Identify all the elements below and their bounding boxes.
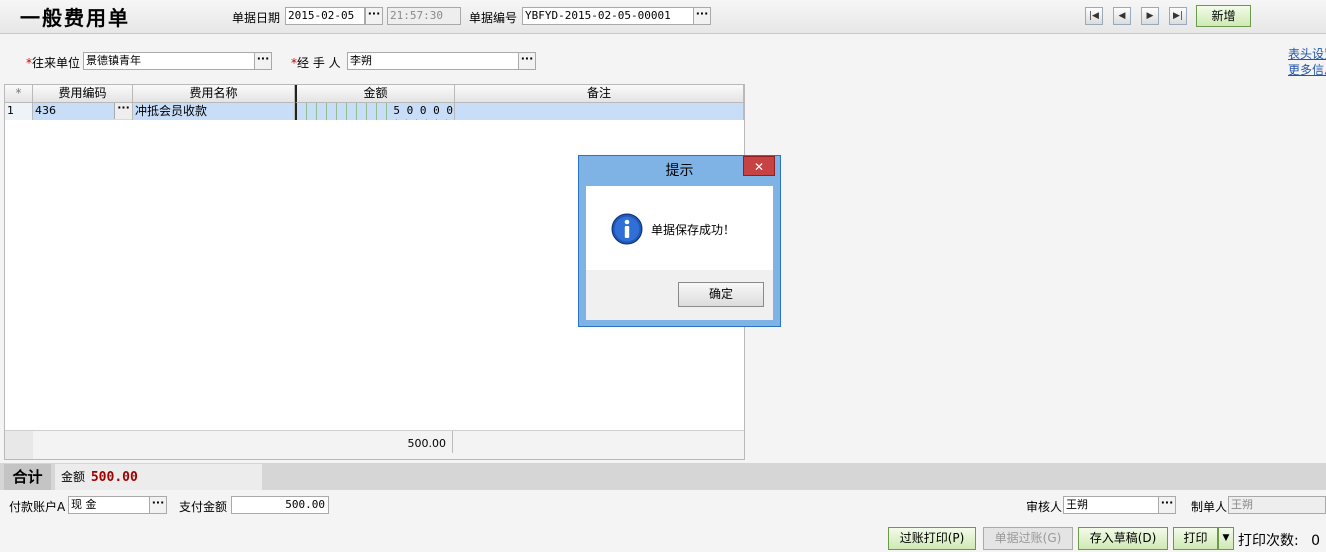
partner-label: *往来单位 xyxy=(26,54,80,71)
header-settings-link[interactable]: 表头设置 xyxy=(1288,45,1326,62)
first-record-icon[interactable]: |◀ xyxy=(1085,7,1103,25)
totals-label: 合计 xyxy=(4,464,51,490)
cell-note[interactable] xyxy=(455,103,744,120)
new-button[interactable]: 新增 xyxy=(1196,5,1251,27)
ok-button[interactable]: 确定 xyxy=(678,282,764,307)
info-icon xyxy=(611,213,643,245)
dialog-message: 单据保存成功！ xyxy=(651,223,736,237)
column-header-code[interactable]: 费用编码 xyxy=(33,85,133,103)
date-field[interactable]: 2015-02-05 xyxy=(285,7,365,25)
last-record-icon[interactable]: ▶| xyxy=(1169,7,1187,25)
totals-amount-value: 500.00 xyxy=(90,470,138,485)
footer-marker-cell xyxy=(5,431,33,459)
handler-field[interactable]: 李朔 xyxy=(347,52,519,70)
column-header-note[interactable]: 备注 xyxy=(455,85,744,103)
number-field[interactable]: YBFYD-2015-02-05-00001 xyxy=(522,7,694,25)
close-icon[interactable]: ✕ xyxy=(743,156,775,176)
dialog-footer: 确定 xyxy=(586,270,773,320)
number-select-button[interactable]: ··· xyxy=(693,7,711,25)
post-button: 单据过账(G) xyxy=(983,527,1073,550)
print-dropdown-chevron-down-icon[interactable]: ▼ xyxy=(1218,527,1234,550)
pay-amount-field[interactable]: 500.00 xyxy=(231,496,329,514)
time-field: 21:57:30 xyxy=(387,7,461,25)
auditor-field[interactable]: 王朔 xyxy=(1063,496,1159,514)
partner-select-button[interactable]: ··· xyxy=(254,52,272,70)
partner-label-text: 往来单位 xyxy=(32,56,81,70)
pay-amount-label: 支付金额 xyxy=(179,500,228,514)
code-select-button[interactable]: ··· xyxy=(114,103,132,119)
row-index: 1 xyxy=(5,103,33,120)
number-label: 单据编号 xyxy=(469,11,518,25)
column-header-marker: * xyxy=(5,85,33,103)
account-label: 付款账户A xyxy=(9,500,66,514)
handler-select-button[interactable]: ··· xyxy=(518,52,536,70)
print-count-label: 打印次数: xyxy=(1238,533,1299,549)
maker-label: 制单人 xyxy=(1191,500,1228,514)
column-header-name[interactable]: 费用名称 xyxy=(133,85,295,103)
message-dialog: 提示 ✕ 单据保存成功！ 确定 xyxy=(578,155,781,327)
save-draft-button[interactable]: 存入草稿(D) xyxy=(1078,527,1168,550)
prev-record-icon[interactable]: ◀ xyxy=(1113,7,1131,25)
handler-label: *经 手 人 xyxy=(291,54,341,71)
partner-field[interactable]: 景德镇青年 xyxy=(83,52,255,70)
column-header-amount[interactable]: 金额 xyxy=(295,85,455,103)
cell-amount[interactable]: 5 0 0 0 0 xyxy=(295,103,455,120)
print-count: 打印次数: 0 xyxy=(1238,530,1320,550)
maker-field: 王朔 xyxy=(1228,496,1326,514)
account-select-button[interactable]: ··· xyxy=(149,496,167,514)
print-count-value: 0 xyxy=(1311,533,1321,549)
auditor-label: 审核人 xyxy=(1026,500,1063,514)
date-label: 单据日期 xyxy=(232,11,281,25)
totals-amount: 金额 500.00 xyxy=(55,464,262,490)
cell-code[interactable]: 436 ··· xyxy=(33,103,133,120)
account-field[interactable]: 现 金 xyxy=(68,496,150,514)
grid-footer: 500.00 xyxy=(5,430,744,459)
footer-total: 500.00 xyxy=(295,431,453,453)
cell-amount-text: 5 0 0 0 0 xyxy=(393,103,453,119)
auditor-select-button[interactable]: ··· xyxy=(1158,496,1176,514)
next-record-icon[interactable]: ▶ xyxy=(1141,7,1159,25)
cell-name[interactable]: 冲抵会员收款 xyxy=(133,103,295,120)
dialog-body: 单据保存成功！ xyxy=(586,186,773,270)
totals-amount-label: 金额 xyxy=(61,470,86,484)
date-picker-button[interactable]: ··· xyxy=(365,7,383,25)
more-info-link[interactable]: 更多信息 xyxy=(1288,61,1326,78)
handler-label-text: 经 手 人 xyxy=(297,56,341,70)
print-button[interactable]: 打印 xyxy=(1173,527,1218,550)
page-title: 一般费用单 xyxy=(20,6,130,30)
post-print-button[interactable]: 过账打印(P) xyxy=(888,527,976,550)
cell-code-text: 436 xyxy=(35,104,56,117)
